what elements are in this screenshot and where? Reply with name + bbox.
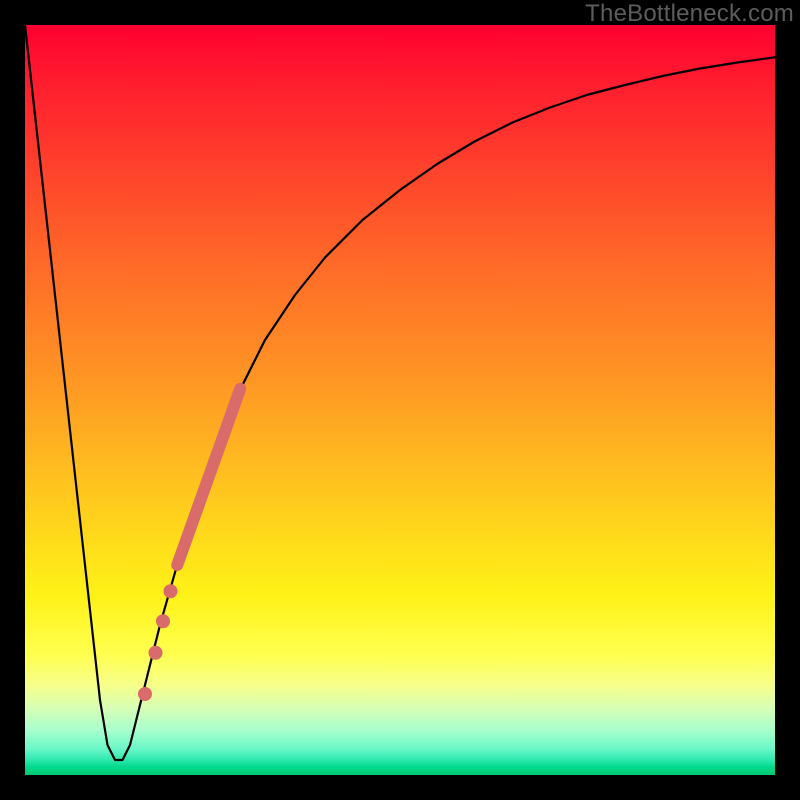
thick-highlight-segment [177,389,240,565]
dot-2 [156,614,170,628]
chart-frame: TheBottleneck.com [0,0,800,800]
markers-group [138,389,240,701]
curve-layer [25,25,775,775]
dot-3 [149,646,163,660]
dot-1 [164,584,178,598]
dot-4 [138,687,152,701]
plot-area [25,25,775,775]
bottleneck-curve [25,25,775,760]
watermark-label: TheBottleneck.com [585,0,794,28]
